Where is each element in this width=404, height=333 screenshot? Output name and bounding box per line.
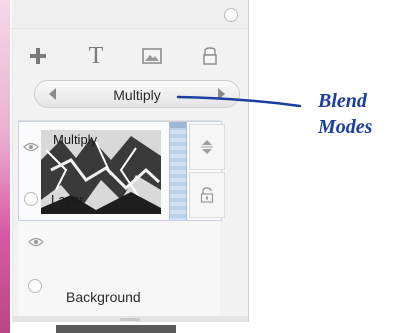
annotation-line [176,95,302,108]
annotation-line-1: Blend [318,90,367,112]
annotation-line-2: Modes [318,116,373,138]
blend-modes-annotation: Blend Modes [318,88,404,140]
